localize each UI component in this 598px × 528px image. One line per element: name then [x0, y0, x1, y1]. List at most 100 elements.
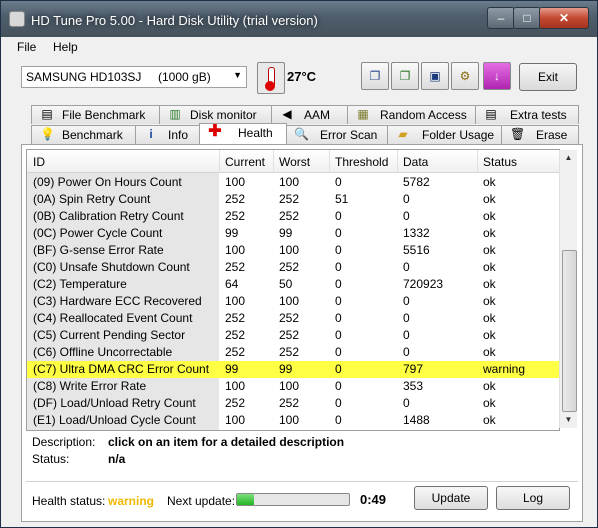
row-status: ok: [483, 328, 496, 342]
row-worst: 252: [279, 328, 300, 342]
drive-select[interactable]: SAMSUNG HD103SJ (1000 gB) ▼: [21, 66, 247, 88]
row-id: (DF) Load/Unload Retry Count: [33, 396, 196, 410]
row-threshold: 51: [335, 192, 349, 206]
tab-erase[interactable]: 🗑 Erase: [501, 125, 579, 144]
column-header-current[interactable]: Current: [225, 155, 265, 169]
row-worst: 252: [279, 345, 300, 359]
table-row[interactable]: (C8) Write Error Rate 100 100 0 353 ok: [27, 378, 559, 395]
row-threshold: 0: [335, 396, 342, 410]
row-current: 252: [225, 260, 246, 274]
update-button[interactable]: Update: [414, 486, 488, 510]
tab-label: Disk monitor: [190, 108, 257, 122]
tab-health[interactable]: ✚ Health: [199, 123, 287, 144]
table-row[interactable]: (C5) Current Pending Sector 252 252 0 0 ok: [27, 327, 559, 344]
maximize-button[interactable]: □: [513, 7, 541, 29]
download-button[interactable]: ↓: [483, 62, 511, 90]
table-row[interactable]: (0B) Calibration Retry Count 252 252 0 0 ok: [27, 208, 559, 225]
tab-label: Folder Usage: [422, 128, 495, 142]
row-threshold: 0: [335, 311, 342, 325]
row-data: 1488: [403, 413, 430, 427]
menu-help[interactable]: Help: [53, 40, 78, 54]
table-row[interactable]: (0A) Spin Retry Count 252 252 51 0 ok: [27, 191, 559, 208]
column-header-data[interactable]: Data: [403, 155, 428, 169]
tab-disk-monitor[interactable]: ▥ Disk monitor: [159, 105, 273, 124]
row-current: 252: [225, 209, 246, 223]
row-id: (0C) Power Cycle Count: [33, 226, 163, 240]
tab-extra-tests[interactable]: ▤ Extra tests: [475, 105, 579, 124]
tab-label: Extra tests: [510, 108, 567, 122]
column-header-threshold[interactable]: Threshold: [335, 155, 388, 169]
log-button[interactable]: Log: [496, 486, 570, 510]
next-update-label: Next update:: [167, 494, 236, 508]
scroll-thumb[interactable]: [562, 250, 577, 412]
table-row[interactable]: (C7) Ultra DMA CRC Error Count 99 99 0 797 wa…: [27, 361, 559, 378]
status-label: Status:: [32, 452, 70, 466]
copy-text-button[interactable]: ❐: [361, 62, 389, 90]
column-header-status[interactable]: Status: [483, 155, 517, 169]
copy-screenshot-button[interactable]: ❐: [391, 62, 419, 90]
row-id: (C3) Hardware ECC Recovered: [33, 294, 202, 308]
row-worst: 252: [279, 311, 300, 325]
close-button[interactable]: ✕: [539, 7, 589, 29]
row-data: 0: [403, 311, 410, 325]
row-id: (C0) Unsafe Shutdown Count: [33, 260, 190, 274]
tab-error-scan[interactable]: 🔍 Error Scan: [285, 125, 389, 144]
tab-random-access[interactable]: ▦ Random Access: [347, 105, 477, 124]
scroll-down-icon[interactable]: ▼: [561, 412, 576, 427]
table-row[interactable]: (BF) G-sense Error Rate 100 100 0 5516 ok: [27, 242, 559, 259]
tab-label: Benchmark: [62, 128, 123, 142]
tab-benchmark[interactable]: 💡 Benchmark: [31, 125, 137, 144]
minimize-button[interactable]: –: [487, 7, 515, 29]
tab-label: Health: [238, 126, 273, 140]
row-threshold: 0: [335, 277, 342, 291]
vertical-scrollbar[interactable]: ▲ ▼: [559, 150, 577, 428]
save-icon: ▣: [429, 69, 441, 83]
exit-button[interactable]: Exit: [519, 63, 577, 91]
row-current: 100: [225, 379, 246, 393]
column-divider: [477, 150, 478, 172]
row-current: 252: [225, 311, 246, 325]
menu-bar: File Help: [1, 37, 597, 57]
row-worst: 99: [279, 226, 293, 240]
speaker-icon: ◀: [282, 107, 292, 121]
row-data: 0: [403, 192, 410, 206]
table-row[interactable]: (C2) Temperature 64 50 0 720923 ok: [27, 276, 559, 293]
temperature-button[interactable]: [257, 62, 285, 94]
column-header-id[interactable]: ID: [33, 155, 45, 169]
tab-file-benchmark[interactable]: ▤ File Benchmark: [31, 105, 161, 124]
table-row[interactable]: (E1) Load/Unload Cycle Count 100 100 0 1488 o…: [27, 412, 559, 429]
tab-info[interactable]: i Info: [135, 125, 201, 144]
table-row[interactable]: (DF) Load/Unload Retry Count 252 252 0 0 ok: [27, 395, 559, 412]
smart-table[interactable]: ID Current Worst Threshold Data Status (…: [26, 149, 560, 431]
column-divider: [397, 150, 398, 172]
info-icon: i: [149, 127, 153, 141]
row-id: (09) Power On Hours Count: [33, 175, 182, 189]
table-row[interactable]: (C0) Unsafe Shutdown Count 252 252 0 0 ok: [27, 259, 559, 276]
menu-file[interactable]: File: [17, 40, 36, 54]
row-worst: 100: [279, 413, 300, 427]
row-data: 5516: [403, 243, 430, 257]
column-divider: [219, 150, 220, 172]
row-data: 1332: [403, 226, 430, 240]
row-threshold: 0: [335, 209, 342, 223]
row-threshold: 0: [335, 328, 342, 342]
column-header-worst[interactable]: Worst: [279, 155, 310, 169]
options-button[interactable]: ⚙: [451, 62, 479, 90]
window-title: HD Tune Pro 5.00 - Hard Disk Utility (tr…: [31, 13, 318, 28]
table-row[interactable]: (C4) Reallocated Event Count 252 252 0 0 ok: [27, 310, 559, 327]
title-bar[interactable]: HD Tune Pro 5.00 - Hard Disk Utility (tr…: [1, 1, 597, 37]
next-update-time: 0:49: [360, 492, 387, 507]
row-current: 99: [225, 362, 239, 376]
tab-aam[interactable]: ◀ AAM: [271, 105, 349, 124]
save-button[interactable]: ▣: [421, 62, 449, 90]
row-status: ok: [483, 345, 496, 359]
table-row[interactable]: (09) Power On Hours Count 100 100 0 5782 ok: [27, 174, 559, 191]
table-row[interactable]: (C6) Offline Uncorrectable 252 252 0 0 ok: [27, 344, 559, 361]
tab-folder-usage[interactable]: ▰ Folder Usage: [387, 125, 503, 144]
row-id: (BF) G-sense Error Rate: [33, 243, 164, 257]
table-row[interactable]: (0C) Power Cycle Count 99 99 0 1332 ok: [27, 225, 559, 242]
row-status: ok: [483, 175, 496, 189]
table-row[interactable]: (C3) Hardware ECC Recovered 100 100 0 0 ok: [27, 293, 559, 310]
row-threshold: 0: [335, 345, 342, 359]
scroll-up-icon[interactable]: ▲: [561, 150, 576, 165]
